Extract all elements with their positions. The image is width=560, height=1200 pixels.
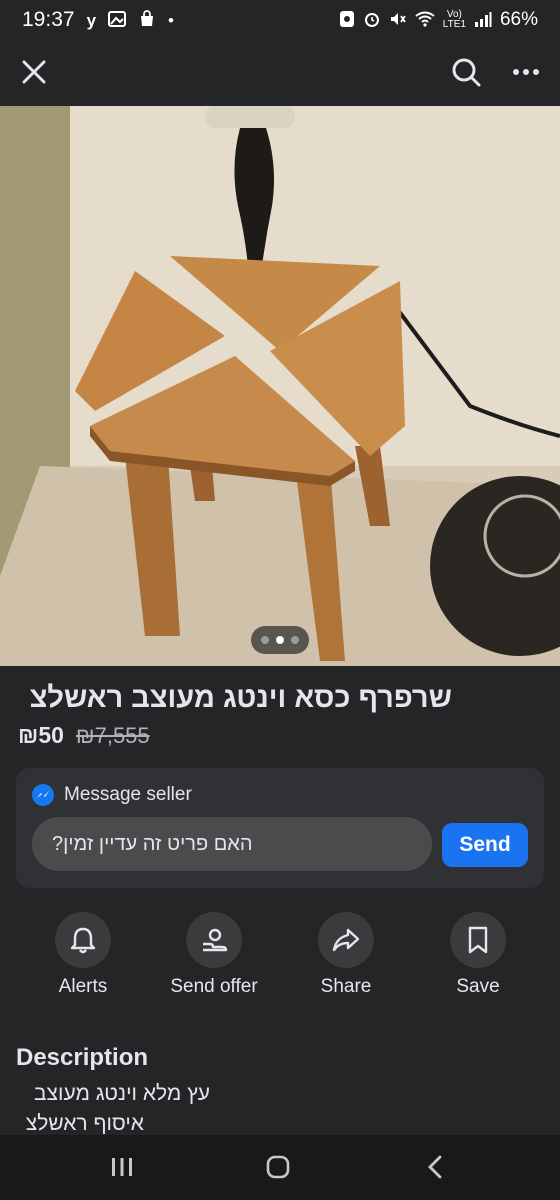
save-label: Save <box>456 976 500 997</box>
message-input-value: האם פריט זה עדיין זמין? <box>52 832 253 855</box>
alerts-button[interactable]: Alerts <box>23 912 143 998</box>
recycle-icon <box>339 10 355 31</box>
mute-icon <box>389 10 407 31</box>
listing-photo[interactable] <box>0 106 560 666</box>
share-circle <box>318 912 374 968</box>
close-button[interactable] <box>14 52 54 92</box>
listing-title: שרפרף כסא וינטג מעוצב ראשלצ <box>29 682 452 714</box>
pager-dot-active[interactable] <box>276 636 284 644</box>
message-seller-label: Message seller <box>64 784 192 805</box>
notification-y-icon: y <box>86 10 97 30</box>
listing-old-price: ₪7,555 <box>75 723 150 748</box>
description-title: Description <box>16 1044 149 1071</box>
send-offer-button[interactable]: Send offer <box>154 912 274 998</box>
status-left: 19:37 y • <box>22 8 174 32</box>
share-button[interactable]: Share <box>286 912 406 998</box>
more-icon <box>513 69 539 75</box>
send-offer-circle <box>186 912 242 968</box>
back-button[interactable] <box>410 1149 460 1185</box>
alerts-circle <box>55 912 111 968</box>
bell-icon <box>70 927 96 954</box>
app-bar <box>0 40 560 106</box>
status-time: 19:37 <box>22 8 75 31</box>
battery-percent: 66% <box>499 9 538 30</box>
action-row: Alerts Send offer Share Save <box>0 912 560 1012</box>
search-button[interactable] <box>446 52 486 92</box>
close-icon <box>22 60 46 84</box>
search-icon <box>452 58 481 87</box>
system-nav-bar <box>0 1135 560 1200</box>
pager-dot[interactable] <box>261 636 269 644</box>
stool-photo-illustration <box>0 106 560 666</box>
alerts-label: Alerts <box>58 976 108 997</box>
signal-icon <box>474 11 492 30</box>
send-offer-label: Send offer <box>170 976 258 997</box>
description-line-2: איסוף ראשלצ <box>25 1112 144 1135</box>
notification-dot-icon: • <box>168 10 174 30</box>
save-button[interactable]: Save <box>418 912 538 998</box>
bag-icon <box>138 9 156 31</box>
messenger-icon <box>32 784 54 806</box>
message-seller-card: Message seller האם פריט זה עדיין זמין? S… <box>16 768 544 888</box>
bookmark-icon <box>468 926 488 954</box>
more-options-button[interactable] <box>506 52 546 92</box>
price-row: ₪50 ₪7,555 <box>18 722 150 749</box>
share-icon <box>332 928 360 952</box>
message-seller-header: Message seller <box>32 784 192 806</box>
listing-price: ₪50 <box>18 722 64 748</box>
share-label: Share <box>320 976 372 997</box>
description-line-1: עץ מלא וינטג מעוצב <box>34 1082 210 1105</box>
pager-dot[interactable] <box>291 636 299 644</box>
home-icon <box>266 1155 290 1179</box>
back-icon <box>428 1155 442 1179</box>
alarm-icon <box>363 10 381 31</box>
status-bar: 19:37 y • Vo) LTE1 66% <box>0 0 560 40</box>
recents-button[interactable] <box>97 1149 147 1185</box>
status-right: Vo) LTE1 66% <box>339 9 538 31</box>
wifi-icon <box>415 11 435 30</box>
save-circle <box>450 912 506 968</box>
send-button[interactable]: Send <box>442 823 528 867</box>
photo-pager[interactable] <box>251 626 309 654</box>
send-offer-icon <box>203 928 228 952</box>
volte-icon: Vo) LTE1 <box>442 9 466 30</box>
recents-icon <box>112 1158 132 1176</box>
gallery-icon <box>108 10 127 31</box>
message-input[interactable]: האם פריט זה עדיין זמין? <box>32 817 432 871</box>
home-button[interactable] <box>253 1149 303 1185</box>
